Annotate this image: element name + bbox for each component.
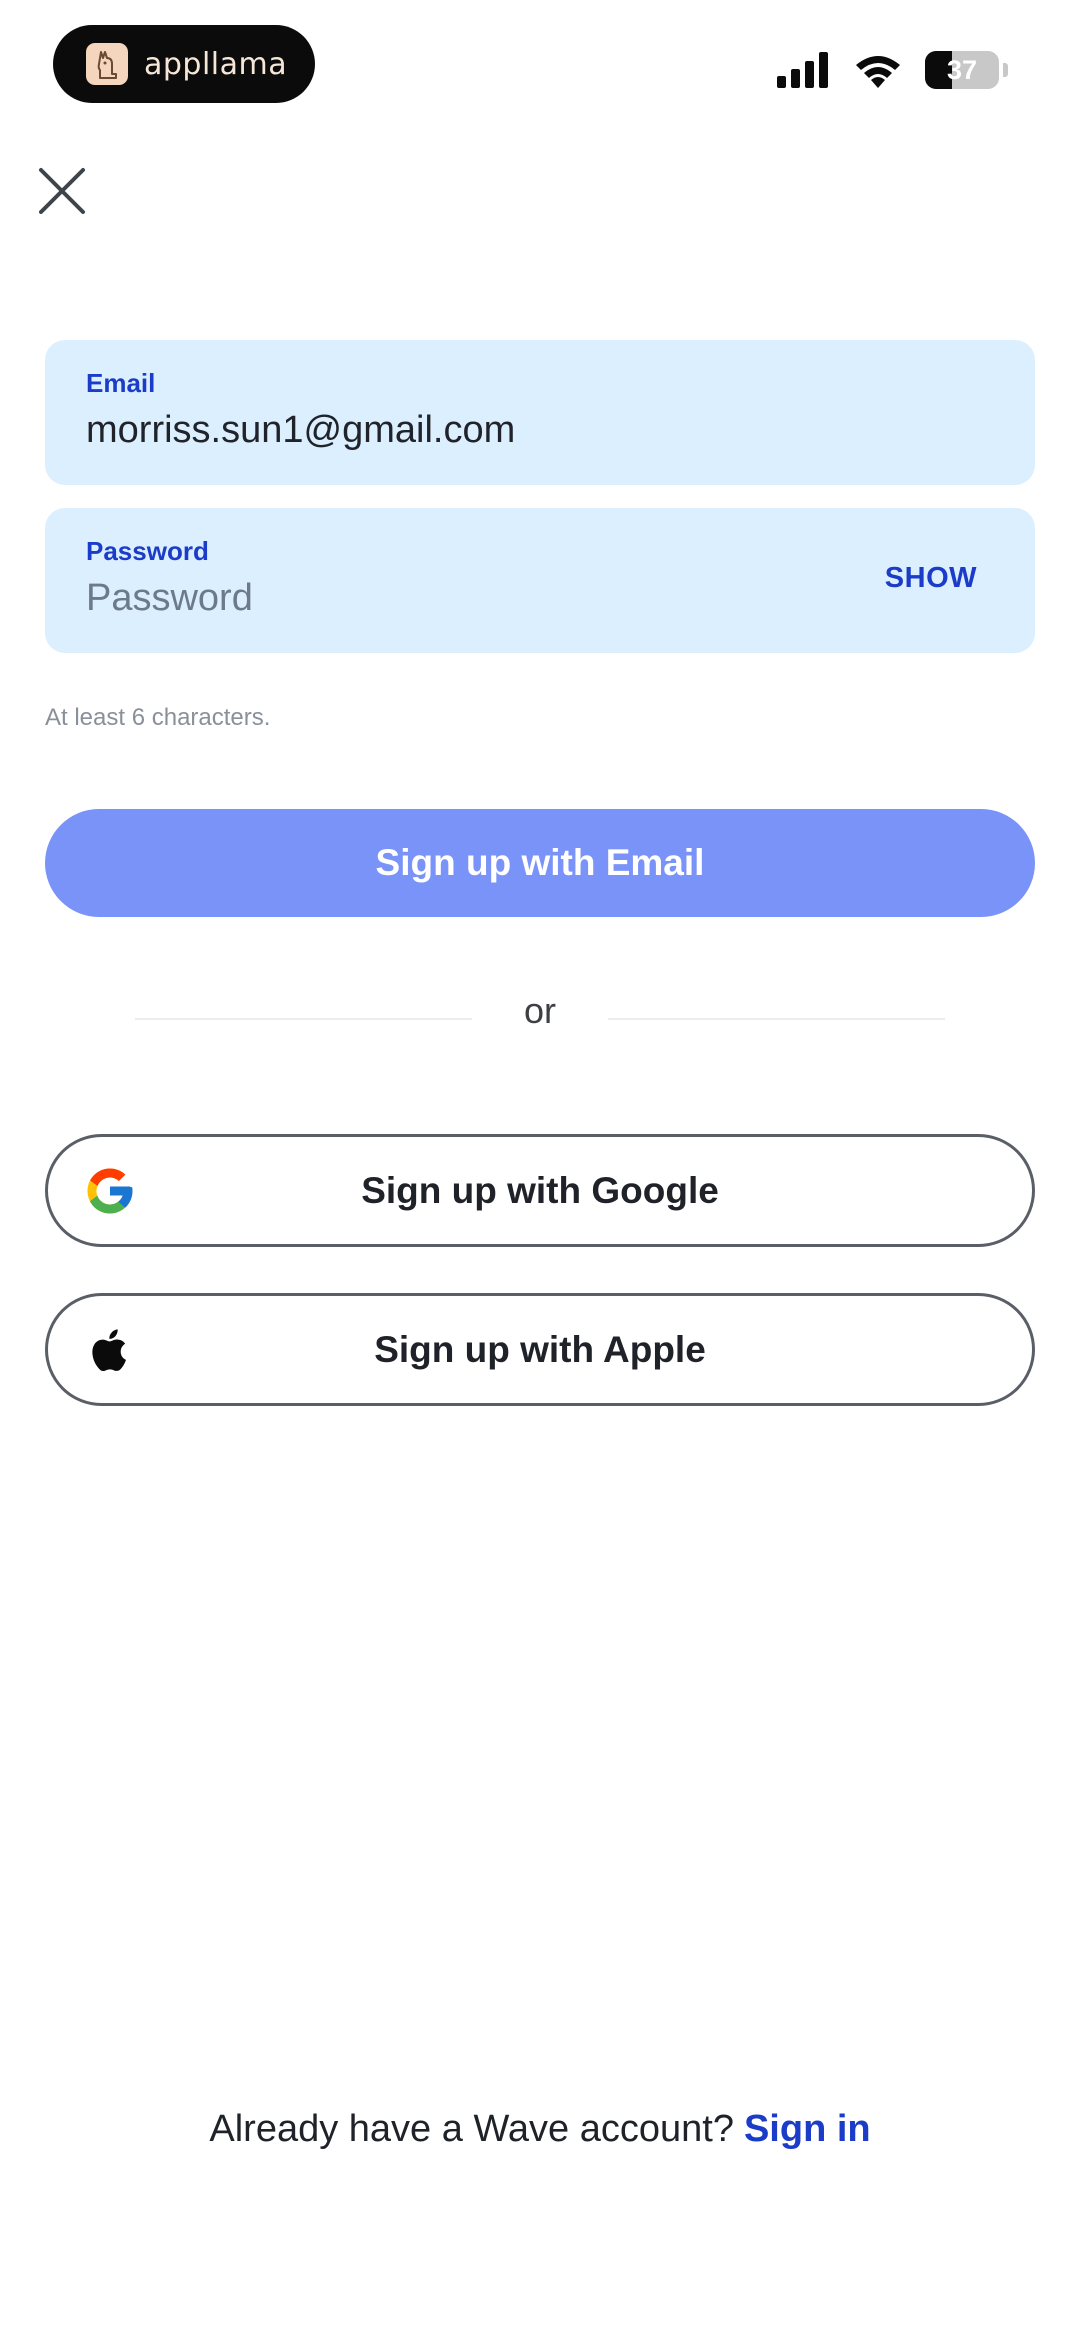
app-badge: appllama [53, 25, 315, 103]
signup-screen: appllama 37 Email morriss.sun1@gmail.com… [0, 0, 1080, 2336]
email-field[interactable]: Email [45, 340, 1035, 485]
divider-or: or [523, 990, 556, 1031]
google-icon [87, 1168, 133, 1213]
apple-icon [92, 1328, 126, 1371]
show-password-button[interactable]: SHOW [885, 562, 977, 595]
wifi-icon [856, 56, 900, 88]
llama-logo-icon [86, 43, 128, 85]
sign-in-link[interactable]: Sign in [744, 2108, 871, 2150]
sign-in-prompt: Already have a Wave account? Sign in [0, 2108, 1080, 2151]
sign-up-google-button[interactable]: Sign up with Google [45, 1134, 1035, 1247]
status-indicators: 37 [777, 48, 1008, 92]
app-badge-text: appllama [144, 46, 288, 82]
password-input[interactable] [86, 570, 846, 626]
password-hint: At least 6 characters. [45, 704, 271, 731]
password-field[interactable]: Password SHOW [45, 508, 1035, 653]
cellular-signal-icon [777, 52, 828, 88]
google-button-label: Sign up with Google [361, 1169, 719, 1211]
sign-in-prompt-text: Already have a Wave account? [209, 2108, 734, 2150]
email-input[interactable] [86, 402, 846, 458]
divider-line-left [135, 1018, 472, 1020]
divider-line-right [608, 1018, 945, 1020]
close-button[interactable] [34, 163, 90, 219]
sign-up-apple-button[interactable]: Sign up with Apple [45, 1293, 1035, 1406]
sign-up-email-button[interactable]: Sign up with Email [45, 809, 1035, 917]
close-icon [39, 168, 85, 214]
apple-button-label: Sign up with Apple [374, 1328, 706, 1370]
battery-icon: 37 [925, 51, 1008, 89]
email-label: Email [86, 368, 156, 398]
password-label: Password [86, 536, 209, 566]
battery-level: 37 [946, 54, 978, 85]
